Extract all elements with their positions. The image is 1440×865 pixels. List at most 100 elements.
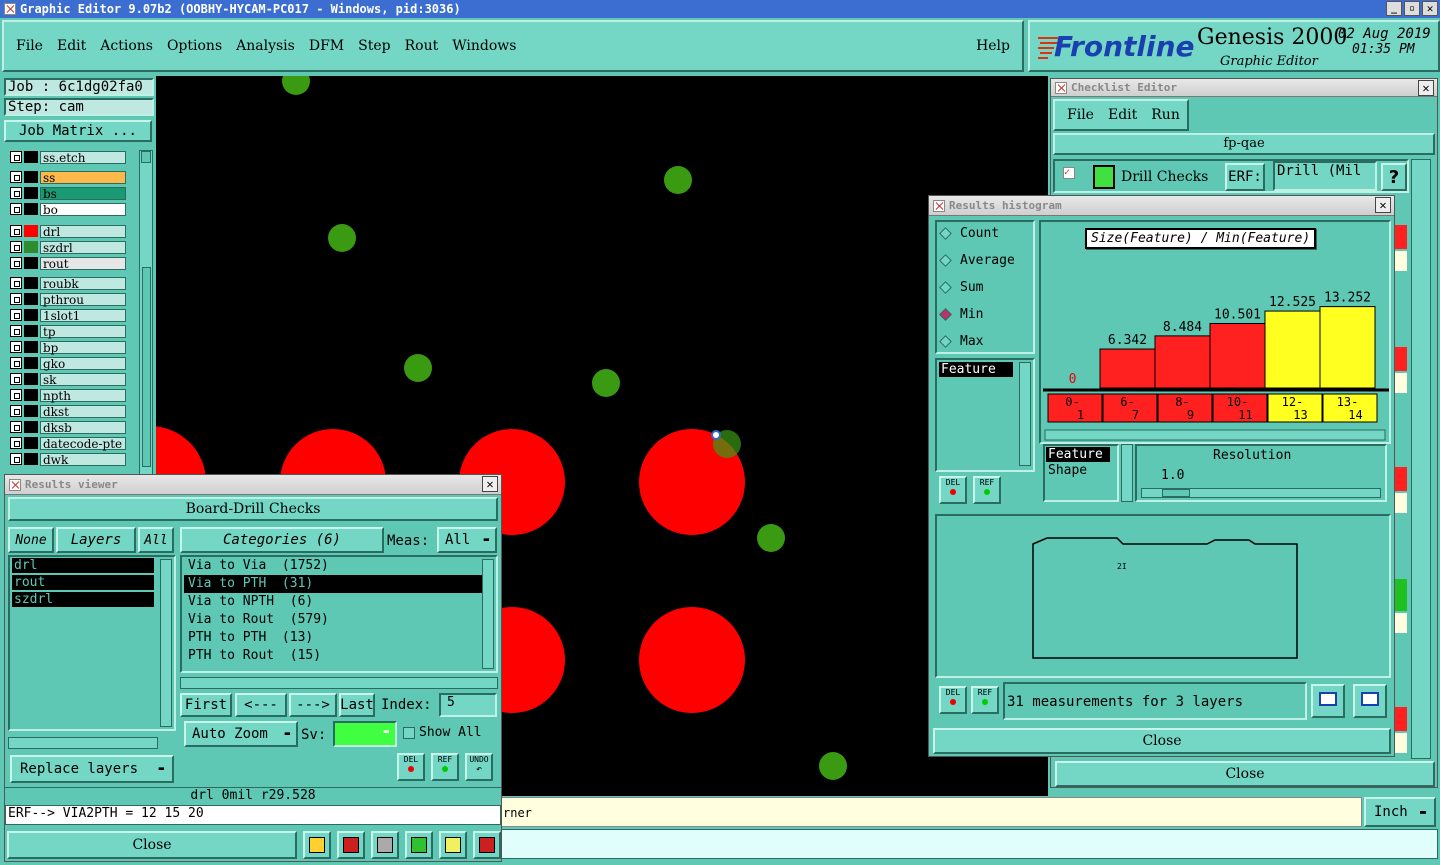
help-button[interactable]: ? (1381, 163, 1407, 191)
checklist-menu-file[interactable]: File (1067, 107, 1094, 123)
layer-checkbox[interactable] (10, 453, 22, 465)
erf-value[interactable]: Drill (Mil (1273, 161, 1377, 191)
result-layer-item[interactable]: rout (12, 575, 154, 590)
histogram-close-button[interactable]: Close (933, 728, 1391, 754)
menu-help[interactable]: Help (976, 38, 1010, 54)
layer-row[interactable]: ss (10, 170, 126, 184)
report-icon[interactable] (439, 831, 467, 859)
layer-scrollbar[interactable] (139, 150, 153, 476)
layer-row[interactable]: drl (10, 224, 126, 238)
close-icon[interactable]: ✕ (1375, 197, 1391, 213)
check-checkbox[interactable]: ✓ (1063, 167, 1075, 179)
feature-shape-scrollbar[interactable] (1121, 444, 1133, 502)
auto-zoom-dropdown[interactable]: Auto Zoom ▬ (184, 721, 298, 747)
layer-row[interactable]: pthrou (10, 292, 126, 306)
layer-row[interactable]: npth (10, 388, 126, 402)
menu-rout[interactable]: Rout (405, 38, 439, 54)
feature-list-item[interactable]: Feature (939, 362, 1013, 377)
categories-button[interactable]: Categories (6) (180, 527, 384, 553)
layer-checkbox[interactable] (10, 309, 22, 321)
layer-checkbox[interactable] (10, 151, 22, 163)
restore-button[interactable]: ▫ (1404, 1, 1420, 16)
layer-row[interactable]: datecode-pte (10, 436, 126, 450)
last-button[interactable]: Last (339, 693, 375, 717)
menu-step[interactable]: Step (358, 38, 390, 54)
radio-diamond-icon[interactable] (939, 227, 952, 240)
layer-row[interactable]: 1slot1 (10, 308, 126, 322)
layer-row[interactable]: roubk (10, 276, 126, 290)
layer-row[interactable]: sk (10, 372, 126, 386)
layer-checkbox[interactable] (10, 171, 22, 183)
radio-diamond-icon[interactable] (939, 254, 952, 267)
show-all-checkbox[interactable] (403, 727, 415, 739)
close-window-button[interactable]: ✕ (1422, 1, 1438, 16)
layer-checkbox[interactable] (10, 421, 22, 433)
hist-del-button[interactable]: DEL (939, 476, 967, 504)
menu-windows[interactable]: Windows (452, 38, 516, 54)
layer-checkbox[interactable] (10, 341, 22, 353)
layer-checkbox[interactable] (10, 187, 22, 199)
next-button[interactable]: ---> (289, 693, 337, 717)
counter-icon[interactable] (405, 831, 433, 859)
layer-row[interactable]: tp (10, 324, 126, 338)
del-button[interactable]: DEL (397, 753, 425, 781)
histogram-bar[interactable] (1319, 306, 1376, 389)
results-close-button[interactable]: Close (7, 831, 297, 859)
radio-diamond-icon[interactable] (939, 335, 952, 348)
feature-scrollbar[interactable] (1019, 362, 1031, 466)
option-min[interactable]: Min (939, 307, 983, 322)
menu-actions[interactable]: Actions (100, 38, 153, 54)
option-sum[interactable]: Sum (939, 280, 983, 295)
checklist-menu-run[interactable]: Run (1151, 107, 1180, 123)
layer-checkbox[interactable] (10, 203, 22, 215)
category-item[interactable]: PTH to PTH (13) (184, 629, 482, 647)
layer-checkbox[interactable] (10, 241, 22, 253)
layer-row[interactable]: bp (10, 340, 126, 354)
command-line[interactable] (500, 829, 1438, 859)
layer-checkbox[interactable] (10, 225, 22, 237)
layer-checkbox[interactable] (10, 405, 22, 417)
radio-diamond-icon[interactable] (939, 308, 952, 321)
check-row[interactable]: ✓ Drill Checks ERF: Drill (Mil ? (1053, 159, 1409, 193)
none-button[interactable]: None (8, 527, 54, 553)
job-matrix-button[interactable]: Job Matrix ... (4, 120, 152, 142)
layer-row[interactable]: bo (10, 202, 126, 216)
layer-checkbox[interactable] (10, 437, 22, 449)
list-scrollbar[interactable] (160, 559, 172, 727)
histogram-bar[interactable] (1099, 348, 1156, 389)
resolution-slider[interactable] (1141, 488, 1381, 498)
preview-del-button[interactable]: DEL (939, 686, 967, 714)
radio-diamond-icon[interactable] (939, 281, 952, 294)
undo-button[interactable]: UNDO ↶ (465, 753, 493, 781)
hscroll[interactable] (8, 737, 158, 749)
layer-row[interactable]: szdrl (10, 240, 126, 254)
category-item[interactable]: Via to PTH (31) (184, 575, 482, 593)
histogram-bar[interactable] (1154, 335, 1211, 389)
histogram-bar[interactable] (1264, 310, 1321, 389)
hist-ref-button[interactable]: REF (973, 476, 1001, 504)
layer-row[interactable]: rout (10, 256, 126, 270)
menu-options[interactable]: Options (167, 38, 222, 54)
menu-edit[interactable]: Edit (57, 38, 86, 54)
category-hscroll[interactable] (180, 677, 498, 689)
checklist-close-button[interactable]: Close (1055, 761, 1435, 787)
category-item[interactable]: Via to Via (1752) (184, 557, 482, 575)
category-item[interactable]: Via to NPTH (6) (184, 593, 482, 611)
menu-dfm[interactable]: DFM (309, 38, 344, 54)
index-input[interactable]: 5 (439, 693, 497, 717)
option-average[interactable]: Average (939, 253, 1015, 268)
ref-off-icon[interactable] (371, 831, 399, 859)
layer-row[interactable]: dksb (10, 420, 126, 434)
result-layer-item[interactable]: szdrl (12, 592, 154, 607)
category-item[interactable]: PTH to Rout (15) (184, 647, 482, 665)
preview-ref-button[interactable]: REF (971, 686, 999, 714)
ref-button[interactable]: REF (431, 753, 459, 781)
layer-checkbox[interactable] (10, 373, 22, 385)
histogram-icon[interactable] (473, 831, 501, 859)
units-dropdown[interactable]: Inch ▬ (1364, 797, 1436, 827)
feature-list[interactable]: Feature (935, 358, 1035, 472)
layer-results-list[interactable]: drl rout szdrl (8, 555, 176, 731)
replace-layers-dropdown[interactable]: Replace layers ▬ (10, 755, 174, 783)
minimize-button[interactable]: _ (1386, 1, 1402, 16)
layers-button[interactable]: Layers (56, 527, 136, 553)
